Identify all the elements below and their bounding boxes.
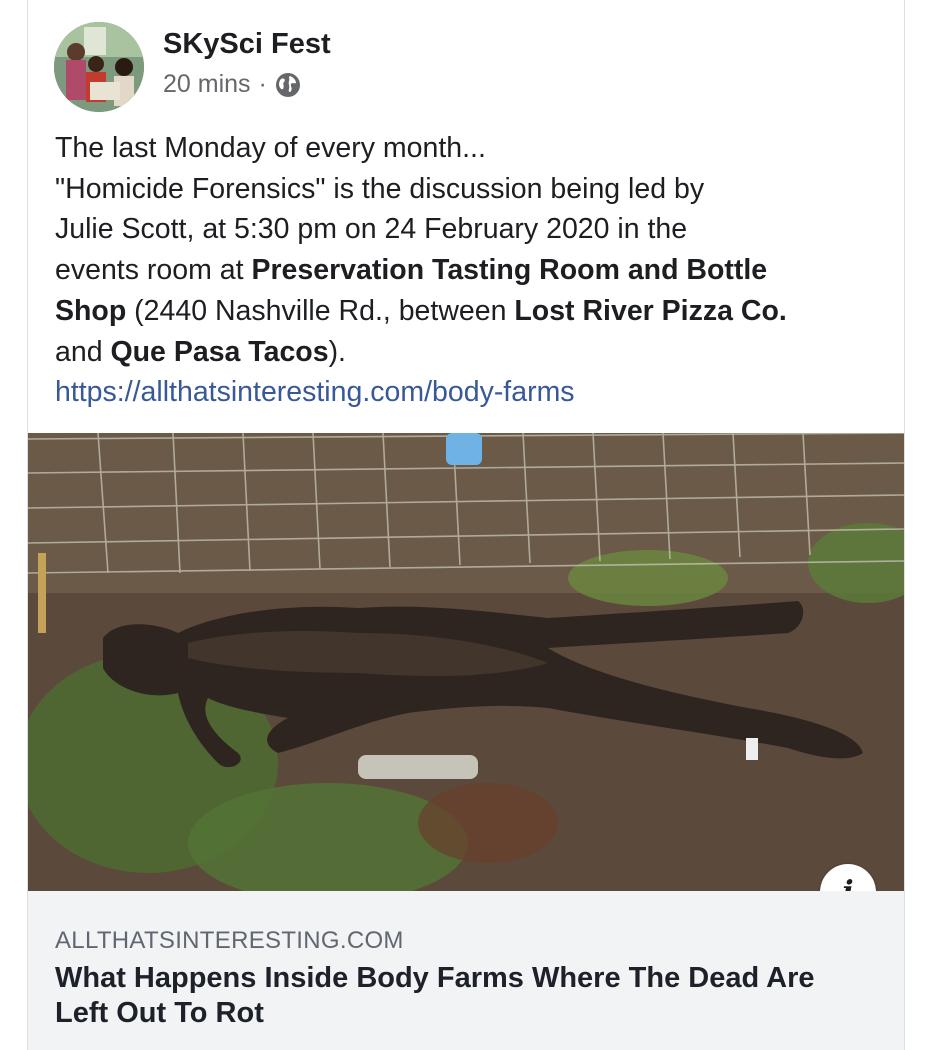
place-mention-tacos[interactable]: Que Pasa Tacos <box>110 336 328 368</box>
post-card: SKySci Fest 20 mins · The last Monday of… <box>27 0 905 1050</box>
link-preview-caption[interactable]: ALLTHATSINTERESTING.COM What Happens Ins… <box>28 891 904 1050</box>
post-body: The last Monday of every month... "Homic… <box>55 128 885 413</box>
post-url-link[interactable]: https://allthatsinteresting.com/body-far… <box>55 372 885 413</box>
post-text-fragment: ). <box>328 335 346 368</box>
post-text-line: events room at Preservation Tasting Room… <box>55 250 885 291</box>
post-text-line: "Homicide Forensics" is the discussion b… <box>55 172 705 205</box>
post-text-line: Julie Scott, at 5:30 pm on 24 February 2… <box>55 213 688 246</box>
post-text-line: and Que Pasa Tacos). <box>55 332 885 373</box>
place-mention-pizza[interactable]: Lost River Pizza Co. <box>514 295 786 327</box>
post-text-fragment: and <box>55 335 111 368</box>
post-text-line: Shop (2440 Nashville Rd., between Lost R… <box>55 291 885 332</box>
post-text-line: The last Monday of every month... <box>55 132 486 164</box>
link-preview-image[interactable] <box>28 433 904 891</box>
post-meta: 20 mins · <box>163 70 301 99</box>
link-domain: ALLTHATSINTERESTING.COM <box>55 927 404 954</box>
post-timestamp[interactable]: 20 mins <box>163 70 251 99</box>
venue-mention-continued[interactable]: Shop <box>55 295 126 327</box>
link-headline[interactable]: What Happens Inside Body Farms Where The… <box>55 961 875 1031</box>
globe-icon <box>275 72 301 98</box>
meta-separator: · <box>258 70 267 98</box>
author-name[interactable]: SKySci Fest <box>163 28 331 61</box>
post-text-fragment: events room at <box>55 254 252 287</box>
post-text-fragment: (2440 Nashville Rd., between <box>126 294 515 327</box>
venue-mention[interactable]: Preservation Tasting Room and Bottle <box>251 254 767 286</box>
author-avatar[interactable] <box>54 22 144 112</box>
